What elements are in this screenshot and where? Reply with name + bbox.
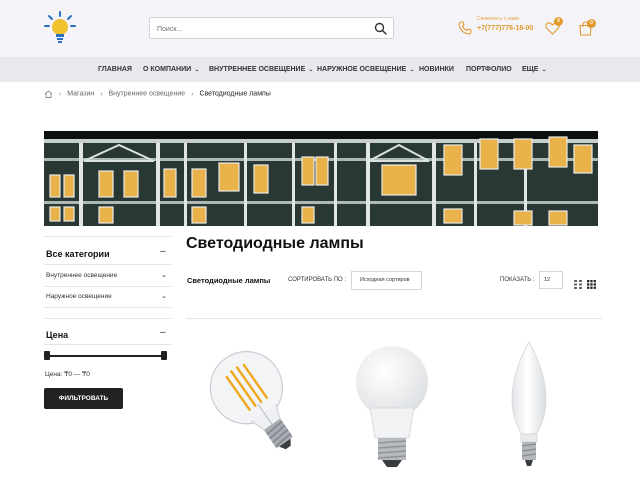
search-icon[interactable] bbox=[374, 22, 387, 35]
show-count-label: ПОКАЗАТЬ : bbox=[500, 277, 535, 283]
sidebar-divider bbox=[44, 307, 171, 308]
nav-label: НАРУЖНОЕ ОСВЕЩЕНИЕ bbox=[317, 66, 407, 73]
category-item-outdoor[interactable]: Наружное освещение ⌄ bbox=[46, 293, 171, 300]
filter-button[interactable]: ФИЛЬТРОВАТЬ bbox=[44, 388, 123, 409]
sidebar-divider bbox=[44, 286, 171, 287]
product-card[interactable] bbox=[190, 330, 320, 480]
sort-label: СОРТИРОВАТЬ ПО : bbox=[288, 277, 347, 283]
phone-icon bbox=[458, 21, 472, 35]
product-card[interactable] bbox=[464, 330, 594, 480]
categories-title: Все категории bbox=[46, 249, 110, 259]
breadcrumb-link-indoor[interactable]: Внутреннее освещение bbox=[109, 91, 186, 98]
category-item-indoor[interactable]: Внутреннее освещение ⌄ bbox=[46, 272, 171, 279]
price-range-text: Цена: ₸0 — ₸0 bbox=[45, 371, 90, 378]
chevron-down-icon: ⌄ bbox=[308, 67, 314, 73]
nav-item-more[interactable]: ЕЩЕ ⌄ bbox=[522, 57, 547, 82]
nav-label: ГЛАВНАЯ bbox=[98, 66, 132, 73]
categories-collapse-button[interactable]: – bbox=[160, 246, 166, 257]
product-card[interactable] bbox=[327, 330, 457, 480]
cart-count-badge: 0 bbox=[587, 19, 596, 28]
logo-icon[interactable] bbox=[44, 11, 76, 45]
nav-label: НОВИНКИ bbox=[419, 66, 454, 73]
breadcrumb-separator: › bbox=[191, 90, 194, 98]
nav-label: ПОРТФОЛИО bbox=[466, 66, 512, 73]
breadcrumb-separator: › bbox=[58, 90, 62, 98]
breadcrumb-current: Светодиодные лампы bbox=[199, 90, 271, 98]
top-header: Свяжитесь с нами +7(777)776-18-00 0 0 bbox=[0, 0, 640, 57]
price-slider-min-handle[interactable] bbox=[44, 351, 50, 360]
nav-item-about[interactable]: О КОМПАНИИ ⌄ bbox=[143, 57, 199, 82]
breadcrumb-separator: › bbox=[100, 90, 103, 98]
chevron-down-icon: ⌄ bbox=[541, 67, 547, 73]
price-slider-max-handle[interactable] bbox=[161, 351, 167, 360]
toolbar-divider bbox=[186, 318, 602, 319]
breadcrumb-link-shop[interactable]: Магазин bbox=[67, 91, 94, 98]
nav-item-home[interactable]: ГЛАВНАЯ bbox=[98, 57, 132, 82]
grid-view-icon[interactable] bbox=[587, 276, 596, 289]
chevron-down-icon[interactable]: ⌄ bbox=[161, 271, 167, 279]
category-label: Наружное освещение bbox=[46, 293, 112, 300]
nav-label: ЕЩЕ bbox=[522, 66, 539, 73]
category-banner-image bbox=[44, 131, 598, 226]
chevron-down-icon: ⌄ bbox=[409, 67, 415, 73]
main-navigation: ГЛАВНАЯ О КОМПАНИИ ⌄ ВНУТРЕННЕЕ ОСВЕЩЕНИЕ… bbox=[0, 57, 640, 82]
price-filter-title: Цена bbox=[46, 330, 69, 340]
sidebar-divider bbox=[44, 344, 171, 345]
led-bulb-image bbox=[356, 346, 428, 467]
contact-label: Свяжитесь с нами bbox=[477, 16, 520, 22]
search-box bbox=[149, 17, 394, 40]
nav-item-new[interactable]: НОВИНКИ bbox=[419, 57, 454, 82]
page-title: Светодиодные лампы bbox=[186, 235, 364, 252]
category-label: Внутреннее освещение bbox=[46, 272, 118, 279]
search-input[interactable] bbox=[150, 19, 365, 40]
breadcrumb: › Магазин › Внутреннее освещение › Свето… bbox=[44, 90, 271, 98]
chevron-down-icon: ⌄ bbox=[194, 67, 200, 73]
candle-bulb-image bbox=[511, 341, 547, 466]
sort-select[interactable]: Исходная сортиров bbox=[351, 271, 422, 290]
contact-block: Свяжитесь с нами +7(777)776-18-00 bbox=[477, 16, 533, 32]
price-slider-track[interactable] bbox=[47, 355, 164, 357]
list-view-icon[interactable] bbox=[574, 276, 582, 289]
nav-item-indoor-lighting[interactable]: ВНУТРЕННЕЕ ОСВЕЩЕНИЕ ⌄ bbox=[209, 57, 313, 82]
filament-bulb-image bbox=[209, 351, 294, 450]
price-collapse-button[interactable]: – bbox=[160, 327, 166, 338]
nav-item-portfolio[interactable]: ПОРТФОЛИО bbox=[466, 57, 512, 82]
nav-label: ВНУТРЕННЕЕ ОСВЕЩЕНИЕ bbox=[209, 66, 306, 73]
show-count-select[interactable]: 12 bbox=[539, 271, 563, 289]
chevron-down-icon[interactable]: ⌄ bbox=[161, 292, 167, 300]
sidebar-divider bbox=[44, 318, 171, 319]
wishlist-count-badge: 0 bbox=[554, 17, 563, 26]
home-icon[interactable] bbox=[44, 90, 55, 98]
toolbar-category-label: Светодиодные лампы bbox=[187, 276, 271, 285]
contact-phone-link[interactable]: +7(777)776-18-00 bbox=[477, 25, 533, 32]
sidebar-divider bbox=[44, 236, 171, 237]
nav-label: О КОМПАНИИ bbox=[143, 66, 192, 73]
sidebar-divider bbox=[44, 264, 171, 265]
nav-item-outdoor-lighting[interactable]: НАРУЖНОЕ ОСВЕЩЕНИЕ ⌄ bbox=[317, 57, 414, 82]
